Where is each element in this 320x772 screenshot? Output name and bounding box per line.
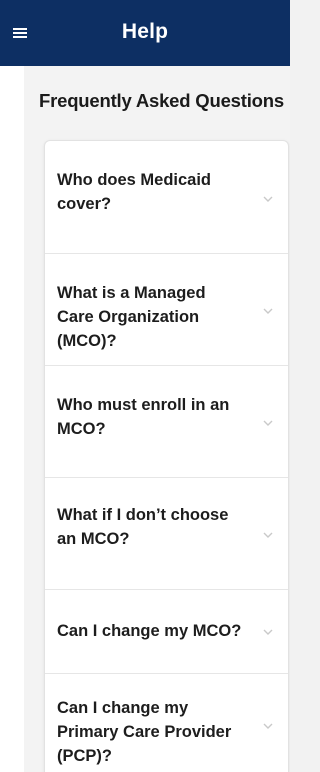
faq-list: Who does Medicaid cover? What is a Manag… (44, 140, 289, 772)
chevron-down-icon (262, 528, 274, 540)
faq-question: Can I change my Primary Care Provider (P… (57, 699, 232, 765)
left-gutter (0, 0, 24, 772)
chevron-down-icon (262, 625, 274, 637)
chevron-down-icon (262, 304, 274, 316)
faq-question: What is a Managed Care Organization (MCO… (57, 284, 206, 350)
faq-item[interactable]: What if I don’t choose an MCO? (45, 477, 288, 590)
faq-item[interactable]: Can I change my MCO? (45, 589, 288, 674)
faq-item[interactable]: Who must enroll in an MCO? (45, 365, 288, 478)
app-header: Help (0, 0, 290, 66)
page-title: Help (121, 20, 169, 43)
chevron-down-icon (262, 192, 274, 204)
faq-item[interactable]: Who does Medicaid cover? (45, 141, 288, 254)
faq-item[interactable]: What is a Managed Care Organization (MCO… (45, 253, 288, 366)
faq-question: What if I don’t choose an MCO? (57, 506, 229, 548)
help-screen: Help Frequently Asked Questions Who does… (0, 0, 290, 772)
chevron-down-icon (262, 416, 274, 428)
faq-question: Who must enroll in an MCO? (57, 396, 230, 438)
chevron-down-icon (262, 719, 274, 731)
faq-question: Can I change my MCO? (57, 622, 242, 640)
faq-section-title: Frequently Asked Questions (39, 90, 284, 111)
faq-question: Who does Medicaid cover? (57, 171, 212, 213)
faq-item[interactable]: Can I change my Primary Care Provider (P… (45, 673, 288, 772)
